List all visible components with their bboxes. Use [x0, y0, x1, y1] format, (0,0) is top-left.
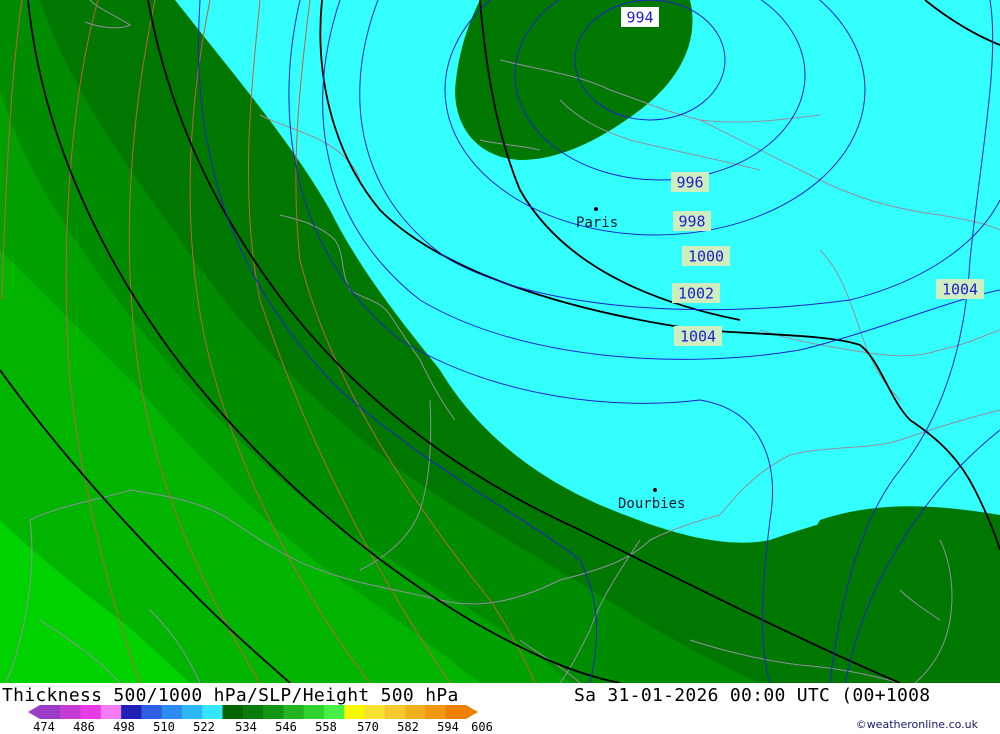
isobar-label-996: 996: [671, 172, 709, 192]
legend-swatch: [182, 705, 203, 719]
city-dourbies-label: Dourbies: [618, 496, 685, 512]
legend-swatch: [100, 705, 122, 719]
legend-tick: 558: [315, 720, 337, 734]
legend-swatch: [344, 705, 366, 719]
svg-text:1004: 1004: [942, 281, 978, 299]
isobar-label-1000: 1000: [682, 246, 730, 266]
legend-swatch: [364, 705, 386, 719]
svg-text:994: 994: [626, 9, 653, 27]
isobar-label-994: 994: [621, 7, 659, 27]
legend-swatch: [263, 705, 284, 719]
isobar-label-1004-east: 1004: [936, 279, 984, 299]
svg-text:1002: 1002: [678, 285, 714, 303]
legend-swatch: [384, 705, 406, 719]
legend-tick: 498: [113, 720, 135, 734]
credit-link[interactable]: ©weatheronline.co.uk: [856, 718, 978, 731]
legend-swatch: [141, 705, 163, 719]
isobar-label-1004-south: 1004: [674, 326, 722, 346]
legend-tick: 522: [193, 720, 215, 734]
legend-tick: 582: [397, 720, 419, 734]
legend-ticks: 474 486 498 510 522 534 546 558 570 582 …: [24, 720, 504, 734]
isobar-label-998: 998: [673, 211, 711, 231]
legend-swatch: [405, 705, 426, 719]
weather-map: Paris Dourbies 994 996 998 1000 1002 100…: [0, 0, 1000, 683]
legend-tick: 594: [437, 720, 459, 734]
city-paris-label: Paris: [576, 215, 618, 231]
legend-swatch: [60, 705, 82, 719]
legend-tick: 534: [235, 720, 257, 734]
legend-swatch: [80, 705, 102, 719]
map-footer: Thickness 500/1000 hPa/SLP/Height 500 hP…: [0, 683, 1000, 734]
legend-swatch: [445, 705, 467, 719]
legend-tick: 510: [153, 720, 175, 734]
legend-arrow-right: [466, 705, 478, 719]
svg-text:1004: 1004: [680, 328, 716, 346]
legend-tick: 606: [471, 720, 493, 734]
svg-text:998: 998: [678, 213, 705, 231]
legend-swatch: [222, 705, 244, 719]
legend-swatch: [121, 705, 142, 719]
map-title: Thickness 500/1000 hPa/SLP/Height 500 hP…: [2, 685, 459, 706]
legend-tick: 474: [33, 720, 55, 734]
legend-swatch: [283, 705, 305, 719]
isobar-label-1002: 1002: [672, 283, 720, 303]
legend-tick: 570: [357, 720, 379, 734]
legend-swatch: [202, 705, 224, 719]
legend-swatch: [303, 705, 325, 719]
legend-tick: 546: [275, 720, 297, 734]
legend-swatch: [425, 705, 447, 719]
color-legend: [28, 705, 478, 719]
svg-text:1000: 1000: [688, 248, 724, 266]
legend-swatch: [40, 705, 61, 719]
legend-tick: 486: [73, 720, 95, 734]
legend-swatch: [242, 705, 264, 719]
legend-swatch: [324, 705, 345, 719]
legend-swatch: [161, 705, 183, 719]
legend-arrow-left: [28, 705, 40, 719]
svg-text:996: 996: [676, 174, 703, 192]
map-datetime: Sa 31-01-2026 00:00 UTC (00+1008: [574, 685, 931, 706]
